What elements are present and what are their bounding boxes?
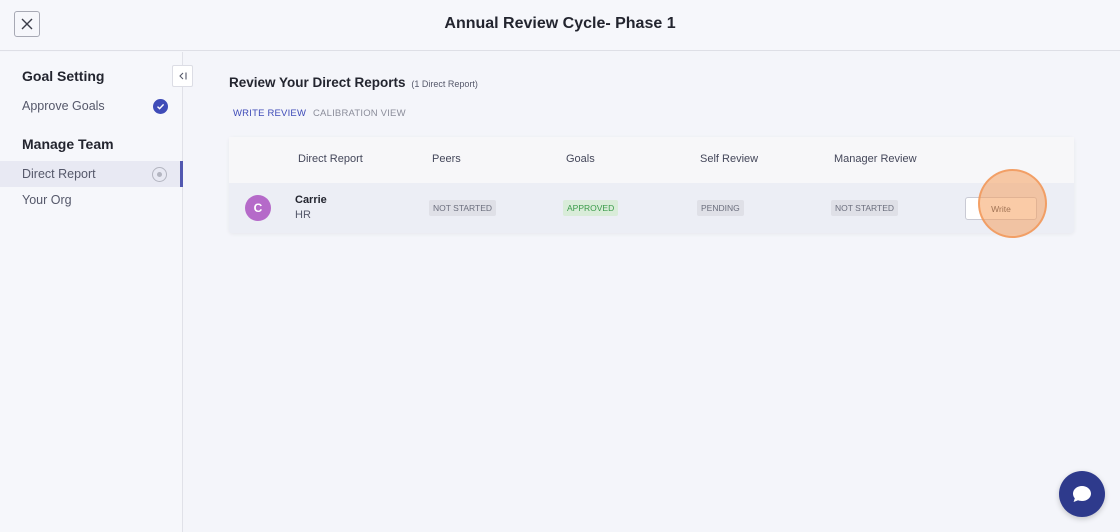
- tab-calibration-view[interactable]: CALIBRATION VIEW: [313, 108, 406, 119]
- check-circle-icon: [153, 99, 168, 114]
- column-header-peers: Peers: [432, 153, 461, 165]
- chat-bubble-icon: [1073, 486, 1091, 502]
- page-title: Annual Review Cycle- Phase 1: [444, 15, 676, 32]
- avatar: C: [245, 195, 271, 221]
- employee-name: Carrie: [295, 194, 327, 206]
- self-review-status-badge: PENDING: [697, 200, 744, 216]
- direct-reports-table: Direct Report Peers Goals Self Review Ma…: [229, 137, 1074, 233]
- direct-report-count: (1 Direct Report): [411, 79, 478, 89]
- manager-review-status-badge: NOT STARTED: [831, 200, 899, 216]
- column-header-self-review: Self Review: [700, 153, 759, 165]
- peers-status-badge: NOT STARTED: [429, 200, 497, 216]
- sidebar-item-label: Your Org: [22, 193, 72, 207]
- sidebar-item-your-org[interactable]: Your Org: [0, 187, 183, 213]
- column-header-direct-report: Direct Report: [298, 153, 363, 165]
- table-header: Direct Report Peers Goals Self Review Ma…: [229, 137, 1074, 183]
- sidebar-item-label: Approve Goals: [22, 99, 105, 113]
- sidebar-heading-goal-setting: Goal Setting: [22, 68, 105, 84]
- column-header-goals: Goals: [566, 153, 595, 165]
- section-title: Review Your Direct Reports (1 Direct Rep…: [229, 75, 478, 90]
- column-header-manager-review: Manager Review: [834, 153, 917, 165]
- sidebar: [0, 52, 183, 532]
- sidebar-item-direct-report[interactable]: Direct Report: [0, 161, 183, 187]
- sidebar-item-label: Direct Report: [22, 167, 96, 181]
- chat-button[interactable]: [1059, 471, 1105, 517]
- top-bar: Annual Review Cycle- Phase 1: [0, 0, 1120, 51]
- pending-circle-icon: [152, 167, 167, 182]
- sidebar-item-approve-goals[interactable]: Approve Goals: [0, 93, 183, 119]
- collapse-icon: [178, 72, 187, 80]
- section-title-text: Review Your Direct Reports: [229, 75, 406, 90]
- employee-department: HR: [295, 209, 311, 221]
- write-review-button[interactable]: Write: [965, 197, 1037, 220]
- tab-write-review[interactable]: WRITE REVIEW: [233, 108, 306, 119]
- collapse-sidebar-button[interactable]: [172, 65, 193, 87]
- goals-status-badge: APPROVED: [563, 200, 619, 216]
- sidebar-heading-manage-team: Manage Team: [22, 136, 114, 152]
